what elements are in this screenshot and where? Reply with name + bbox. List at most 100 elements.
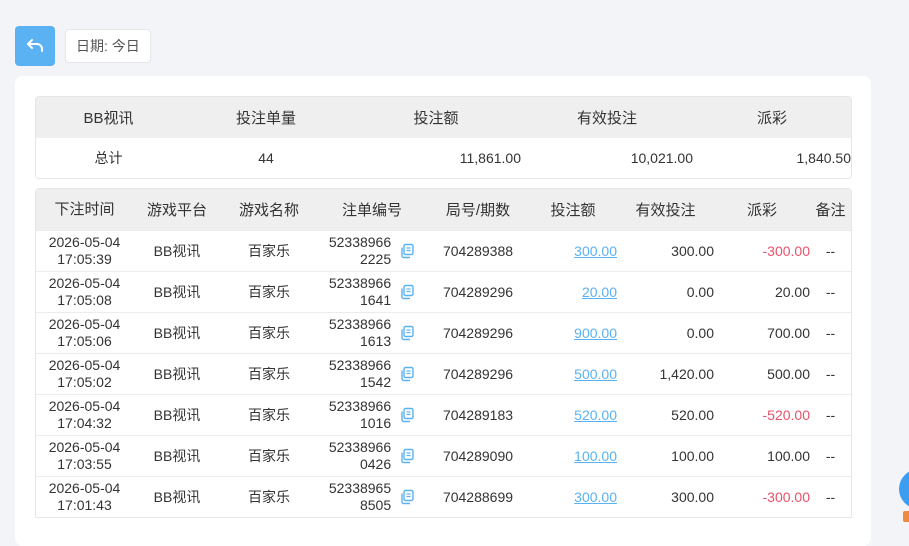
valid-bet: 520.00 [671, 407, 714, 423]
order-id-part: 52338965 [328, 480, 392, 496]
order-id-cell: 52338966 1542 [317, 354, 427, 394]
order-id-part: 1542 [359, 374, 392, 390]
bet-amount-link[interactable]: 520.00 [574, 407, 617, 423]
bet-amount-link[interactable]: 300.00 [574, 489, 617, 505]
bet-date: 2026-05-04 [48, 275, 121, 291]
table-row: 2026-05-04 17:05:39 BB视讯 百家乐 52338966 2225… [36, 230, 851, 271]
game-name: 百家乐 [248, 407, 290, 423]
bet-amount-link[interactable]: 900.00 [574, 325, 617, 341]
platform: BB视讯 [153, 489, 201, 505]
bet-date: 2026-05-04 [48, 316, 121, 332]
payout: 700.00 [767, 325, 810, 341]
col-valid-bet: 有效投注 [635, 202, 696, 219]
valid-bet: 100.00 [671, 448, 714, 464]
order-id-part: 1641 [359, 292, 392, 308]
bet-amount-link[interactable]: 100.00 [574, 448, 617, 464]
total-count: 44 [258, 150, 274, 166]
copy-icon[interactable] [399, 243, 415, 259]
total-payout: 1,840.50 [796, 150, 852, 166]
round-number: 704289388 [442, 243, 514, 259]
round-number: 704289296 [442, 325, 514, 341]
bet-amount-cell: 500.00 [529, 354, 617, 394]
copy-icon[interactable] [399, 407, 415, 423]
round-number: 704289296 [442, 284, 514, 300]
game-name: 百家乐 [248, 448, 290, 464]
order-id-part: 52338966 [328, 398, 392, 414]
bet-time: 2026-05-04 17:05:02 [36, 354, 133, 394]
copy-icon[interactable] [399, 325, 415, 341]
bet-amount-cell: 520.00 [529, 395, 617, 435]
table-row: 2026-05-04 17:04:32 BB视讯 百家乐 52338966 1016… [36, 394, 851, 435]
order-id-part: 52338966 [328, 439, 392, 455]
col-bet-time: 下注时间 [54, 201, 115, 218]
summary-col-bet: 投注额 [413, 110, 459, 127]
col-game-name: 游戏名称 [238, 202, 299, 219]
copy-icon[interactable] [399, 366, 415, 382]
bet-clock: 17:05:08 [57, 292, 112, 308]
order-id-cell: 52338966 0426 [317, 436, 427, 476]
bet-amount-cell: 20.00 [529, 272, 617, 312]
payout: 100.00 [767, 448, 810, 464]
round-number: 704289090 [442, 448, 514, 464]
date-filter-label: 日期: 今日 [76, 38, 140, 54]
valid-bet: 0.00 [686, 325, 714, 341]
order-id-part: 1016 [359, 415, 392, 431]
order-id-cell: 52338966 1641 [317, 272, 427, 312]
table-row: 2026-05-04 17:05:08 BB视讯 百家乐 52338966 1641… [36, 271, 851, 312]
table-row: 2026-05-04 17:05:02 BB视讯 百家乐 52338966 1542… [36, 353, 851, 394]
round-number: 704288699 [442, 489, 514, 505]
order-id-part: 52338966 [328, 275, 392, 291]
payout: -300.00 [762, 243, 810, 259]
payout: 20.00 [774, 284, 810, 300]
valid-bet: 0.00 [686, 284, 714, 300]
game-name: 百家乐 [248, 284, 290, 300]
bet-clock: 17:04:32 [57, 415, 112, 431]
note: -- [825, 366, 836, 382]
col-payout: 派彩 [746, 202, 777, 219]
bet-amount-cell: 900.00 [529, 313, 617, 353]
summary-col-count: 投注单量 [235, 110, 296, 127]
order-id-part: 1613 [359, 333, 392, 349]
total-label: 总计 [94, 150, 123, 166]
copy-icon[interactable] [399, 284, 415, 300]
floating-action-button[interactable] [899, 469, 909, 509]
date-filter[interactable]: 日期: 今日 [65, 29, 151, 63]
undo-arrow-icon [27, 39, 43, 52]
copy-icon[interactable] [399, 448, 415, 464]
summary-col-platform: BB视讯 [83, 110, 134, 127]
bet-amount-cell: 300.00 [529, 231, 617, 271]
round-number: 704289183 [442, 407, 514, 423]
copy-icon[interactable] [399, 489, 415, 505]
payout: 500.00 [767, 366, 810, 382]
order-id-part: 52338966 [328, 316, 392, 332]
payout: -300.00 [762, 489, 810, 505]
order-id-part: 52338966 [328, 357, 392, 373]
bet-time: 2026-05-04 17:03:55 [36, 436, 133, 476]
bet-detail-table: 下注时间 游戏平台 游戏名称 注单编号 局号/期数 投注额 有效投注 派彩 备注… [35, 188, 852, 518]
platform: BB视讯 [153, 366, 201, 382]
note: -- [825, 448, 836, 464]
bet-amount-cell: 300.00 [529, 477, 617, 517]
summary-total-row: 总计 44 11,861.00 10,021.00 1,840.50 [36, 138, 851, 178]
bet-date: 2026-05-04 [48, 398, 121, 414]
bet-time: 2026-05-04 17:01:43 [36, 477, 133, 517]
order-id-part: 52338966 [328, 234, 392, 250]
bet-amount-link[interactable]: 300.00 [574, 243, 617, 259]
col-note: 备注 [815, 202, 846, 219]
col-bet-amount: 投注额 [550, 202, 596, 219]
note: -- [825, 243, 836, 259]
valid-bet: 300.00 [671, 243, 714, 259]
note: -- [825, 325, 836, 341]
game-name: 百家乐 [248, 489, 290, 505]
order-id-cell: 52338966 1016 [317, 395, 427, 435]
bet-clock: 17:05:06 [57, 333, 112, 349]
detail-rows: 2026-05-04 17:05:39 BB视讯 百家乐 52338966 2225… [36, 230, 851, 517]
back-button[interactable] [15, 26, 55, 66]
bet-amount-link[interactable]: 500.00 [574, 366, 617, 382]
order-id-part: 8505 [359, 497, 392, 513]
detail-header: 下注时间 游戏平台 游戏名称 注单编号 局号/期数 投注额 有效投注 派彩 备注 [36, 189, 851, 230]
bet-amount-link[interactable]: 20.00 [582, 284, 617, 300]
report-card: BB视讯 投注单量 投注额 有效投注 派彩 总计 44 11,861.00 10… [15, 76, 871, 546]
order-id-part: 2225 [359, 251, 392, 267]
summary-table: BB视讯 投注单量 投注额 有效投注 派彩 总计 44 11,861.00 10… [35, 96, 852, 179]
